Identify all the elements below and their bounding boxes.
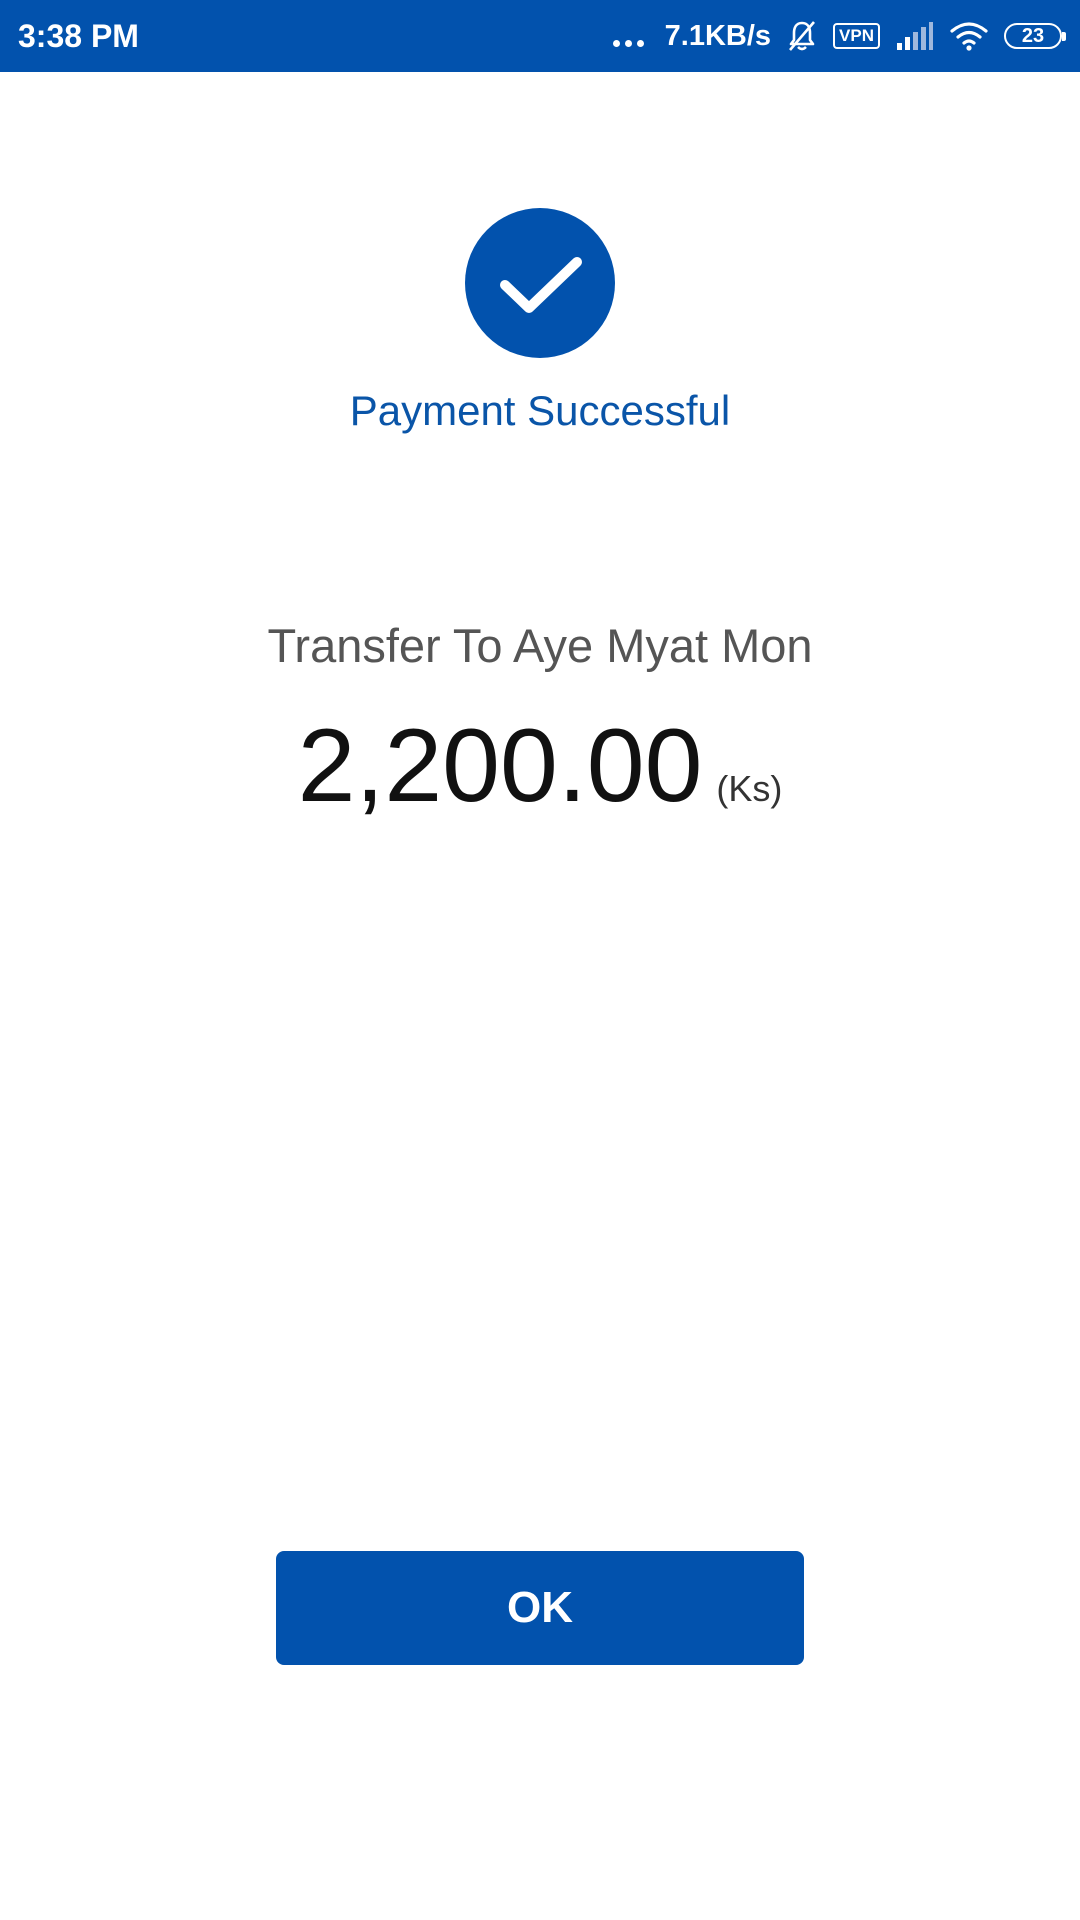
status-time: 3:38 PM bbox=[18, 18, 139, 54]
status-icons: 7.1KB/s VPN 23 bbox=[597, 14, 1066, 58]
wifi-icon bbox=[950, 22, 988, 51]
payment-status-title: Payment Successful bbox=[349, 387, 731, 434]
battery-icon: 23 bbox=[1004, 23, 1066, 49]
bell-muted-icon bbox=[789, 21, 816, 51]
checkmark-icon bbox=[500, 257, 582, 313]
ok-button[interactable]: OK bbox=[276, 1551, 804, 1665]
status-bar: 3:38 PM 7.1KB/s VPN 23 bbox=[0, 0, 1080, 72]
signal-icon bbox=[897, 22, 933, 50]
payment-success-screen: 3:38 PM 7.1KB/s VPN 23 Payment Successfu… bbox=[0, 0, 1080, 1920]
amount-value: 2,200.00 bbox=[297, 708, 703, 824]
network-speed: 7.1KB/s bbox=[664, 19, 772, 52]
transfer-recipient-label: Transfer To Aye Myat Mon bbox=[267, 619, 813, 672]
battery-level: 23 bbox=[1021, 25, 1045, 47]
vpn-icon: VPN bbox=[833, 23, 880, 49]
more-dots-icon bbox=[612, 21, 649, 51]
amount-row: 2,200.00 (Ks) bbox=[0, 706, 1080, 826]
amount-currency: (Ks) bbox=[716, 768, 783, 809]
success-check-badge bbox=[465, 208, 615, 358]
